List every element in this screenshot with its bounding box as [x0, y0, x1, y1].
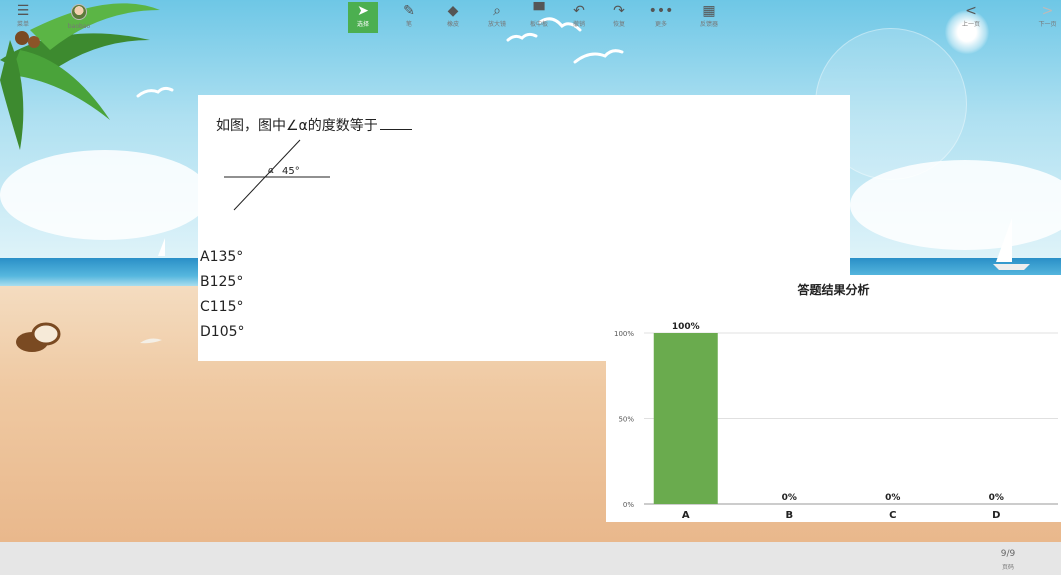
question-stem-text: 如图，图中∠α的度数等于	[216, 118, 378, 134]
chevron-left-icon: <	[965, 3, 977, 19]
y-tick-label: 0%	[623, 501, 634, 509]
slide-stage: 如图，图中∠α的度数等于 α 45° A135° B125° C115° D10…	[0, 0, 1061, 575]
page-number: 9/9	[1000, 549, 1016, 559]
option-d[interactable]: D105°	[200, 320, 245, 345]
menu-label: 菜单	[16, 21, 29, 28]
tool-label: 反馈器	[699, 21, 718, 28]
next-page-button[interactable]: > 下一页	[1034, 2, 1061, 33]
more-icon: •••	[648, 3, 674, 19]
data-label: 0%	[885, 493, 900, 503]
tool-button-redo[interactable]: ↷ 恢复	[604, 2, 634, 33]
undo-icon: ↶	[573, 3, 585, 19]
cursor-icon: ➤	[357, 3, 369, 19]
prev-page-label: 上一页	[961, 21, 980, 28]
result-analysis-panel: 答题结果分析 0% 50% 100% 100% A 0% B 0% C 0% D	[606, 275, 1061, 522]
prev-page-button[interactable]: < 上一页	[956, 2, 986, 33]
category-label: C	[889, 510, 896, 521]
option-b[interactable]: B125°	[200, 270, 245, 295]
avatar-icon	[71, 4, 87, 20]
data-label: 0%	[989, 493, 1004, 503]
tool-button-more[interactable]: ••• 更多	[646, 2, 676, 33]
tool-label: 撤销	[572, 21, 585, 28]
blackboard-icon: ▀	[533, 3, 545, 19]
category-label: B	[785, 510, 793, 521]
page-label: 页码	[1001, 564, 1014, 571]
tool-button-cursor[interactable]: ➤ 选择	[348, 2, 378, 33]
tool-label: 选择	[356, 21, 369, 28]
user-name: baobao	[67, 23, 91, 30]
options-list: A135° B125° C115° D105°	[200, 245, 245, 345]
redo-icon: ↷	[613, 3, 625, 19]
tool-button-pen[interactable]: ✎ 笔	[394, 2, 424, 33]
chevron-right-icon: >	[1041, 3, 1054, 19]
menu-icon: ☰	[16, 3, 30, 19]
clicker-icon: ▦	[702, 3, 716, 19]
tool-label: 放大镜	[487, 21, 506, 28]
user-button[interactable]: baobao	[64, 2, 94, 33]
tool-label: 恢复	[612, 21, 625, 28]
option-a[interactable]: A135°	[200, 245, 245, 270]
next-page-label: 下一页	[1038, 21, 1057, 28]
angle-figure: α 45°	[224, 139, 330, 211]
shell-icon	[140, 338, 162, 344]
tool-button-undo[interactable]: ↶ 撤销	[564, 2, 594, 33]
tool-label: 笔	[405, 21, 412, 28]
known-angle-label: 45°	[282, 166, 300, 177]
magnifier-icon: ⌕	[493, 3, 501, 19]
data-label: 0%	[782, 493, 797, 503]
tool-label: 橡皮	[446, 21, 459, 28]
tool-label: 板中板	[529, 21, 548, 28]
eraser-icon: ◆	[447, 3, 459, 19]
tool-button-magnifier[interactable]: ⌕ 放大镜	[482, 2, 512, 33]
answer-blank	[379, 115, 412, 130]
tool-label: 更多	[654, 21, 667, 28]
tool-button-blackboard[interactable]: ▀ 板中板	[524, 2, 554, 33]
pen-icon: ✎	[403, 3, 415, 19]
y-tick-label: 100%	[614, 330, 634, 338]
tool-button-clicker[interactable]: ▦ 反馈器	[694, 2, 724, 33]
y-tick-label: 50%	[618, 416, 634, 424]
category-label: D	[992, 510, 1000, 521]
menu-button[interactable]: ☰ 菜单	[8, 2, 38, 33]
result-bar-chart: 0% 50% 100% 100% A 0% B 0% C 0% D	[614, 322, 1058, 521]
tool-button-eraser[interactable]: ◆ 橡皮	[438, 2, 468, 33]
option-c[interactable]: C115°	[200, 295, 245, 320]
coconut-icon	[16, 322, 61, 352]
question-stem: 如图，图中∠α的度数等于	[216, 115, 412, 135]
bottom-toolbar	[0, 542, 1061, 575]
category-label: A	[682, 510, 690, 521]
data-label: 100%	[672, 322, 700, 332]
alpha-label: α	[268, 166, 274, 176]
bar	[653, 333, 718, 504]
